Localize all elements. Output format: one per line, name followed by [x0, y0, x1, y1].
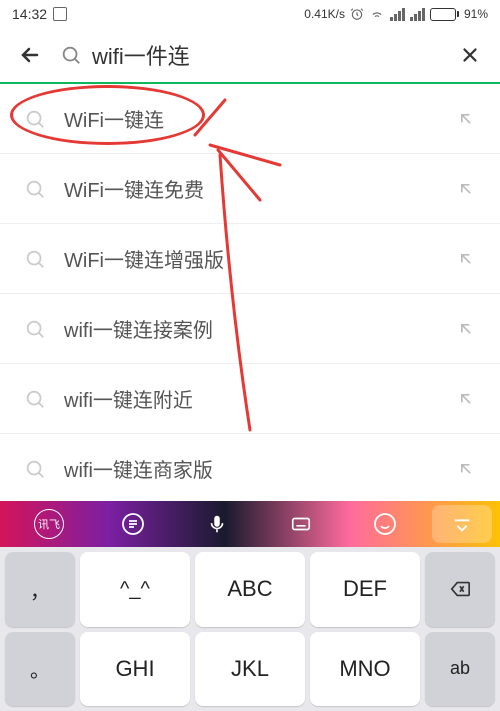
suggestion-item[interactable]: WiFi一键连免费: [0, 154, 500, 224]
search-icon: [24, 248, 46, 270]
suggestion-item[interactable]: WiFi一键连: [0, 84, 500, 154]
keyboard-grid: ， ^_^ ABC DEF 。 GHI JKL MNO ab: [0, 547, 500, 711]
kb-def-key[interactable]: DEF: [310, 552, 420, 627]
clear-button[interactable]: [456, 41, 484, 69]
arrow-upleft-icon[interactable]: [456, 389, 476, 409]
kb-brand-label: 讯飞: [34, 509, 64, 539]
kb-comma-key[interactable]: ，: [5, 552, 75, 627]
kb-ghi-key[interactable]: GHI: [80, 632, 190, 707]
arrow-upleft-icon[interactable]: [456, 249, 476, 269]
arrow-upleft-icon[interactable]: [456, 179, 476, 199]
battery-pct: 91%: [464, 7, 488, 21]
arrow-upleft-icon[interactable]: [456, 319, 476, 339]
kb-collapse-button[interactable]: [432, 505, 492, 543]
suggestion-text: WiFi一键连增强版: [64, 244, 456, 273]
kb-abc-key[interactable]: ABC: [195, 552, 305, 627]
status-app-icon: [53, 7, 67, 21]
kb-period-key[interactable]: 。: [5, 632, 75, 707]
network-speed: 0.41K/s: [304, 7, 345, 21]
back-button[interactable]: [16, 41, 44, 69]
status-bar: 14:32 0.41K/s 91%: [0, 0, 500, 28]
suggestion-item[interactable]: wifi一键连商家版: [0, 434, 500, 504]
arrow-left-icon: [18, 43, 42, 67]
battery-icon: [430, 8, 459, 21]
kb-chat-button[interactable]: [92, 505, 174, 543]
search-icon: [24, 178, 46, 200]
backspace-icon: [446, 578, 474, 600]
suggestion-text: wifi一键连附近: [64, 384, 456, 413]
status-time: 14:32: [12, 6, 47, 22]
search-icon: [24, 458, 46, 480]
suggestion-text: WiFi一键连: [64, 104, 456, 133]
suggestion-text: wifi一键连接案例: [64, 314, 456, 343]
suggestion-item[interactable]: WiFi一键连增强版: [0, 224, 500, 294]
kb-backspace-key[interactable]: [425, 552, 495, 627]
wifi-icon: [369, 7, 385, 21]
search-field[interactable]: [60, 42, 456, 68]
keyboard-toolbar: 讯飞: [0, 501, 500, 547]
status-right: 0.41K/s 91%: [67, 7, 488, 21]
kb-jkl-key[interactable]: JKL: [195, 632, 305, 707]
suggestion-item[interactable]: wifi一键连接案例: [0, 294, 500, 364]
alarm-icon: [350, 7, 364, 21]
search-icon: [24, 388, 46, 410]
suggestion-item[interactable]: wifi一键连附近: [0, 364, 500, 434]
microphone-icon: [206, 513, 228, 535]
kb-face-key[interactable]: ^_^: [80, 552, 190, 627]
collapse-icon: [449, 513, 475, 535]
search-icon: [24, 108, 46, 130]
kb-ab-key[interactable]: ab: [425, 632, 495, 707]
keyboard: 讯飞 ， ^_^ ABC DEF 。 GHI JKL MNO ab: [0, 501, 500, 711]
emoji-icon: [373, 512, 397, 536]
arrow-upleft-icon[interactable]: [456, 109, 476, 129]
chat-icon: [121, 512, 145, 536]
arrow-upleft-icon[interactable]: [456, 459, 476, 479]
search-icon: [60, 44, 82, 66]
kb-keyboard-button[interactable]: [260, 505, 342, 543]
signal-icon-2: [410, 8, 425, 21]
close-icon: [459, 44, 481, 66]
suggestion-text: wifi一键连商家版: [64, 454, 456, 483]
keyboard-icon: [288, 513, 314, 535]
signal-icon-1: [390, 8, 405, 21]
suggestions-list: WiFi一键连 WiFi一键连免费 WiFi一键连增强版 wifi一键连接案例 …: [0, 84, 500, 504]
search-icon: [24, 318, 46, 340]
suggestion-text: WiFi一键连免费: [64, 174, 456, 203]
kb-emoji-button[interactable]: [344, 505, 426, 543]
kb-voice-button[interactable]: [176, 505, 258, 543]
search-bar: [0, 28, 500, 84]
search-input[interactable]: [92, 42, 456, 68]
kb-mno-key[interactable]: MNO: [310, 632, 420, 707]
kb-brand-button[interactable]: 讯飞: [8, 505, 90, 543]
